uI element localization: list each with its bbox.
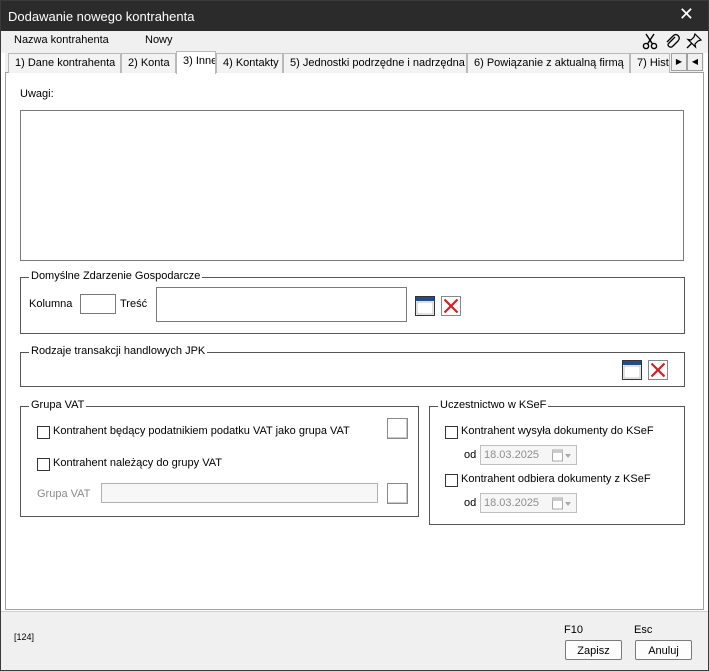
save-shortcut-label: F10 (564, 624, 583, 636)
footer: [124] F10 Esc Zapisz Anuluj (1, 611, 708, 670)
content-input[interactable] (156, 287, 407, 322)
ksef-send-checkbox[interactable] (445, 426, 458, 439)
vat-group-legend: Grupa VAT (29, 399, 87, 411)
vat-group-field-input[interactable] (101, 483, 378, 503)
ksef-group: Uczestnictwo w KSeF Kontrahent wysyła do… (429, 399, 685, 525)
ksef-send-from-label: od (464, 449, 477, 461)
vat-group-member-label: Kontrahent należący do grupy VAT (53, 457, 222, 469)
tab-konta[interactable]: 2) Konta (121, 53, 176, 73)
vat-group-taxpayer-checkbox[interactable] (37, 426, 50, 439)
vat-group-select-button[interactable] (387, 483, 408, 504)
paperclip-icon[interactable] (663, 32, 681, 50)
tab-content-inne: Uwagi: Domyślne Zdarzenie Gospodarcze Ko… (5, 73, 704, 610)
cancel-button[interactable]: Anuluj (635, 640, 692, 660)
contractor-name-label: Nazwa kontrahenta (14, 34, 109, 46)
vat-group: Grupa VAT Kontrahent będący podatnikiem … (20, 399, 419, 517)
vat-group-member-checkbox[interactable] (37, 458, 50, 471)
ksef-receive-checkbox[interactable] (445, 474, 458, 487)
window-select-icon[interactable] (414, 295, 436, 317)
ksef-receive-from-label: od (464, 497, 477, 509)
ksef-send-date-value: 18.03.2025 (484, 449, 540, 461)
ksef-receive-date[interactable]: 18.03.2025 (480, 493, 577, 513)
jpk-group: Rodzaje transakcji handlowych JPK (20, 345, 685, 387)
tab-scroll-left-button[interactable]: ◀ (687, 53, 703, 71)
ksef-legend: Uczestnictwo w KSeF (438, 399, 549, 411)
tab-scroll-right-button[interactable]: ▶ (671, 53, 687, 71)
default-event-group: Domyślne Zdarzenie Gospodarcze Kolumna T… (20, 270, 685, 334)
vat-group-taxpayer-label: Kontrahent będący podatnikiem podatku VA… (53, 425, 350, 437)
notes-textarea[interactable] (20, 110, 684, 261)
contractor-name-value: Nowy (145, 34, 173, 46)
column-input[interactable] (80, 294, 116, 314)
tab-inne[interactable]: 3) Inne (176, 51, 216, 74)
delete-icon[interactable] (440, 295, 462, 317)
title-bar: Dodawanie nowego kontrahenta ✕ (1, 1, 708, 31)
ksef-receive-date-value: 18.03.2025 (484, 497, 540, 509)
vat-group-field-label: Grupa VAT (37, 488, 91, 500)
notes-label: Uwagi: (20, 88, 54, 100)
column-label: Kolumna (29, 298, 73, 310)
scissors-icon[interactable] (641, 32, 659, 50)
calendar-dropdown-icon[interactable] (552, 497, 572, 510)
form-code: [124] (14, 632, 35, 642)
window-select-icon[interactable] (621, 359, 643, 381)
ksef-send-label: Kontrahent wysyła dokumenty do KSeF (461, 425, 654, 437)
dialog-window: Dodawanie nowego kontrahenta ✕ Nazwa kon… (0, 0, 709, 671)
calendar-dropdown-icon[interactable] (552, 449, 572, 462)
delete-icon[interactable] (647, 359, 669, 381)
tab-powiazanie[interactable]: 6) Powiązanie z aktualną firmą (467, 53, 630, 73)
close-icon[interactable]: ✕ (679, 4, 694, 25)
ksef-send-date[interactable]: 18.03.2025 (480, 445, 577, 465)
tab-jednostki[interactable]: 5) Jednostki podrzędne i nadrzędna (283, 53, 467, 73)
ksef-receive-label: Kontrahent odbiera dokumenty z KSeF (461, 473, 651, 485)
vat-group-taxpayer-button[interactable] (387, 418, 408, 439)
tab-dane-kontrahenta[interactable]: 1) Dane kontrahenta (8, 53, 121, 73)
tab-historia[interactable]: 7) Historia (630, 53, 670, 73)
default-event-legend: Domyślne Zdarzenie Gospodarcze (29, 270, 203, 282)
pin-icon[interactable] (685, 32, 703, 50)
window-title: Dodawanie nowego kontrahenta (8, 9, 195, 24)
cancel-shortcut-label: Esc (634, 624, 653, 636)
header-row: Nazwa kontrahenta Nowy (1, 31, 708, 53)
tab-kontakty[interactable]: 4) Kontakty (216, 53, 283, 73)
jpk-legend: Rodzaje transakcji handlowych JPK (29, 345, 208, 357)
content-label: Treść (120, 298, 148, 310)
tab-strip: 1) Dane kontrahenta 2) Konta 3) Inne 4) … (5, 51, 704, 74)
save-button[interactable]: Zapisz (565, 640, 622, 660)
